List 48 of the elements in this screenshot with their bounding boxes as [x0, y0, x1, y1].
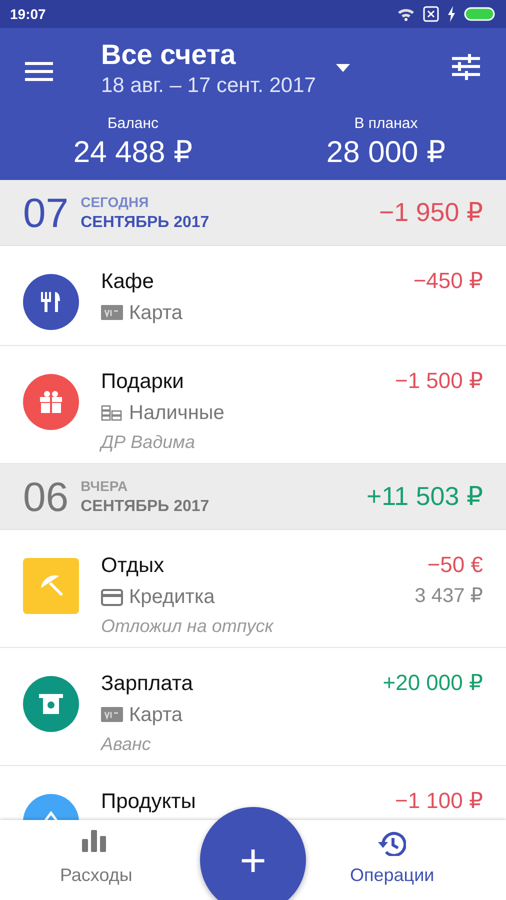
expenses-tab[interactable]: Расходы [50, 822, 142, 897]
converted-amount: 3 437 ₽ [414, 584, 483, 609]
menu-icon[interactable] [25, 60, 53, 82]
card-icon [101, 304, 123, 322]
credit-card-icon [101, 588, 123, 606]
account-name: Кредитка [129, 585, 215, 610]
account-name: Карта [129, 703, 183, 728]
amount-text: +20 000 ₽ [382, 669, 483, 697]
amount-text: −1 500 ₽ [394, 367, 483, 395]
category-name: Зарплата [101, 671, 194, 697]
summary-label: Баланс [106, 114, 160, 134]
month-label: СЕНТЯБРЬ 2017 [80, 212, 210, 232]
add-button[interactable]: + [200, 807, 306, 900]
day-label: СЕГОДНЯ [80, 192, 150, 212]
day-label: ВЧЕРА [80, 476, 129, 496]
note-text: Отложил на отпуск [101, 615, 275, 638]
amount-text: −1 100 ₽ [394, 787, 483, 815]
day-total: −1 950 ₽ [378, 196, 483, 229]
amount-text: −450 ₽ [413, 267, 483, 295]
summary-label: В планах [353, 114, 419, 134]
note-text: ДР Вадима [101, 431, 196, 454]
amount-text: −50 € [426, 551, 483, 579]
category-name: Кафе [101, 269, 155, 295]
settings-icon[interactable] [452, 54, 480, 80]
account-name: Карта [129, 301, 183, 326]
account-name: Наличные [129, 401, 224, 426]
coins-icon [101, 404, 123, 422]
period-text: 18 авг. – 17 сент. 2017 [101, 73, 316, 99]
card-icon [101, 706, 123, 724]
category-name: Отдых [101, 553, 166, 579]
day-number: 06 [23, 474, 69, 518]
month-label: СЕНТЯБРЬ 2017 [80, 496, 210, 516]
day-number: 07 [23, 190, 69, 234]
dropdown-icon[interactable] [336, 64, 350, 72]
operations-tab[interactable]: Операции [340, 822, 444, 897]
clock: 19:07 [10, 4, 46, 24]
account-title[interactable]: Все счета [101, 38, 316, 72]
note-text: Аванс [101, 733, 152, 756]
category-name: Подарки [101, 369, 185, 395]
charging-icon [447, 6, 456, 22]
battery-icon [464, 6, 496, 22]
sim-card-icon [423, 6, 439, 22]
category-name: Продукты [101, 789, 197, 815]
day-total: +11 503 ₽ [366, 480, 483, 513]
summary-amount: 28 000 ₽ [325, 135, 447, 171]
history-icon [378, 830, 406, 856]
summary-amount: 24 488 ₽ [72, 135, 194, 171]
wifi-icon [397, 7, 415, 21]
